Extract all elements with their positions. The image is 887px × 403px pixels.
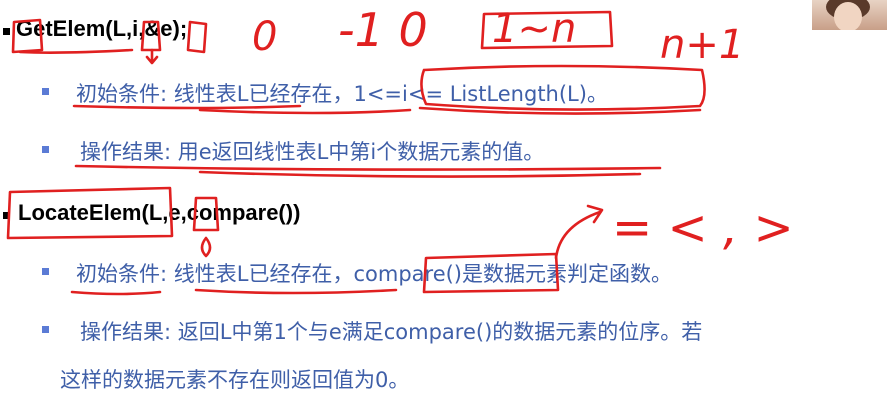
- ink-underline-getelem: [18, 48, 134, 54]
- square-bullet-icon: [42, 88, 49, 95]
- ink-arrow-i: [145, 48, 159, 65]
- result-text: 返回L中第1个与e满足compare()的数据元素的位序。若: [177, 320, 703, 344]
- square-bullet-icon: [3, 212, 10, 219]
- square-bullet-icon: [42, 268, 49, 275]
- func-name: GetElem: [16, 16, 106, 41]
- ink-underline-cond1: [418, 106, 702, 115]
- ink-box-e: [186, 20, 208, 54]
- square-bullet-icon: [3, 28, 10, 35]
- func-args: (L,e,compare()): [141, 200, 301, 225]
- init-tail: 是数据元素判定函数。: [462, 262, 672, 286]
- ink-digit-0: 0: [252, 14, 277, 60]
- init-text: 线性表L已经存在，: [173, 262, 354, 286]
- ink-marks-1: -1 0: [338, 3, 428, 57]
- ink-zero: [200, 236, 212, 258]
- result-text-2: 这样的数据元素不存在则返回值为0。: [60, 368, 410, 392]
- square-bullet-icon: [42, 326, 49, 333]
- init-label: 初始条件:: [76, 82, 174, 106]
- ink-underline-init2b: [194, 288, 398, 295]
- ink-underline-init2: [70, 290, 162, 296]
- webcam-thumbnail: [812, 0, 887, 30]
- init-tail: 。: [586, 82, 608, 106]
- slide: GetElem(L,i,&e); 初始条件: 线性表L已经存在，1<=i<= L…: [0, 0, 887, 403]
- ink-marks-2: 1~n: [492, 6, 576, 52]
- func-name: LocateElem: [18, 200, 142, 225]
- result-label: 操作结果:: [80, 320, 178, 344]
- ink-marks-4: = < , >: [612, 200, 794, 256]
- result-label: 操作结果:: [80, 140, 178, 164]
- init-cond: 1<=i<= ListLength(L): [353, 82, 587, 106]
- webcam-face: [834, 2, 862, 30]
- ink-box-range: [480, 10, 614, 50]
- ink-arrow: [554, 204, 604, 260]
- init-text: 线性表L已经存在，: [173, 82, 354, 106]
- ink-marks-3: n+1: [660, 22, 744, 68]
- ink-underline-res1b: [198, 170, 642, 178]
- ink-underline-2: [198, 108, 412, 115]
- square-bullet-icon: [42, 146, 49, 153]
- ink-underline-res1: [74, 164, 662, 171]
- init-label: 初始条件:: [76, 262, 174, 286]
- func-args: (L,i,&e);: [105, 16, 188, 41]
- init-cond: compare(): [353, 262, 462, 286]
- result-text: 用e返回线性表L中第i个数据元素的值。: [177, 140, 545, 164]
